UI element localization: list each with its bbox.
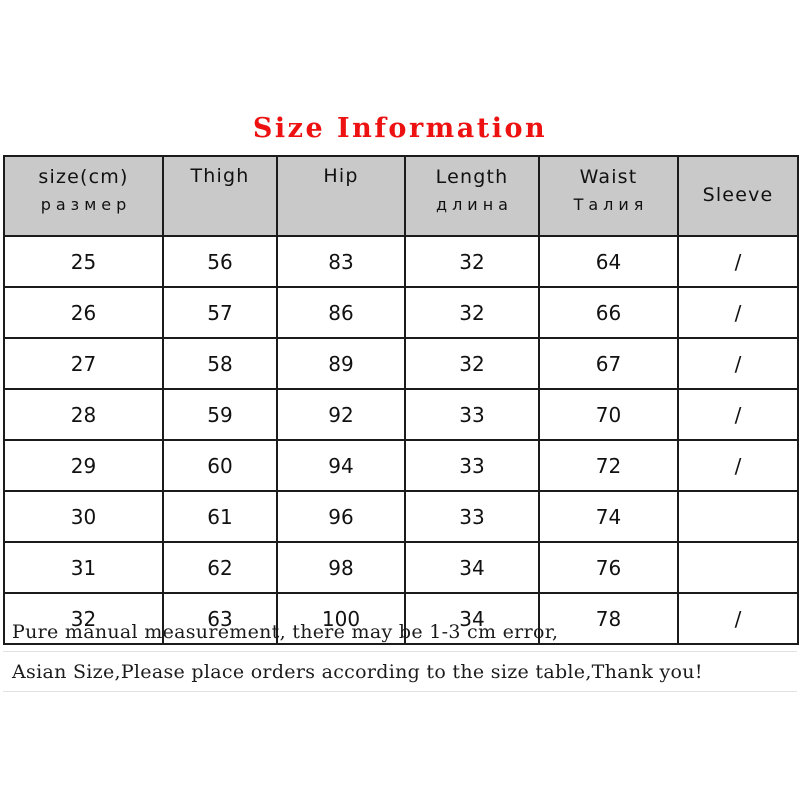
size-chart-page: Size Information size(cm) размер Thigh H… <box>0 0 800 800</box>
cell-thigh: 62 <box>162 541 278 594</box>
cell-length: 32 <box>404 235 540 288</box>
cell-size: 30 <box>3 490 164 543</box>
cell-waist: 72 <box>538 439 679 492</box>
column-header-waist: Waist Талия <box>538 155 679 237</box>
cell-thigh: 59 <box>162 388 278 441</box>
column-header-thigh: Thigh <box>162 155 278 237</box>
table-row: 28 59 92 33 70 / <box>3 388 799 441</box>
cell-length: 33 <box>404 439 540 492</box>
table-row: 31 62 98 34 76 <box>3 541 799 594</box>
cell-size: 29 <box>3 439 164 492</box>
notes-section: Pure manual measurement, there may be 1-… <box>3 612 797 692</box>
note-asian-size: Asian Size,Please place orders according… <box>3 652 797 692</box>
cell-hip: 96 <box>276 490 406 543</box>
column-header-size: size(cm) размер <box>3 155 164 237</box>
cell-size: 25 <box>3 235 164 288</box>
cell-sleeve <box>677 490 799 543</box>
cell-thigh: 56 <box>162 235 278 288</box>
cell-sleeve: / <box>677 286 799 339</box>
column-header-size-label-ru: размер <box>40 195 132 214</box>
cell-size: 28 <box>3 388 164 441</box>
cell-hip: 92 <box>276 388 406 441</box>
cell-length: 33 <box>404 388 540 441</box>
column-header-waist-label-ru: Талия <box>573 195 649 214</box>
cell-size: 27 <box>3 337 164 390</box>
column-header-length: Length длина <box>404 155 540 237</box>
cell-waist: 67 <box>538 337 679 390</box>
cell-thigh: 60 <box>162 439 278 492</box>
cell-waist: 64 <box>538 235 679 288</box>
column-header-waist-label: Waist <box>579 166 638 188</box>
column-header-size-label: size(cm) <box>38 166 129 188</box>
table-row: 29 60 94 33 72 / <box>3 439 799 492</box>
column-header-length-label: Length <box>435 166 509 188</box>
cell-size: 31 <box>3 541 164 594</box>
table-header: size(cm) размер Thigh Hip Length длина W… <box>3 155 799 237</box>
cell-hip: 98 <box>276 541 406 594</box>
cell-sleeve: / <box>677 388 799 441</box>
column-header-sleeve-label: Sleeve <box>702 183 774 206</box>
cell-waist: 76 <box>538 541 679 594</box>
size-information-table: size(cm) размер Thigh Hip Length длина W… <box>3 155 799 645</box>
cell-sleeve <box>677 541 799 594</box>
column-header-hip: Hip <box>276 155 406 237</box>
table-row: 30 61 96 33 74 <box>3 490 799 543</box>
cell-length: 34 <box>404 541 540 594</box>
cell-hip: 83 <box>276 235 406 288</box>
cell-waist: 70 <box>538 388 679 441</box>
cell-waist: 66 <box>538 286 679 339</box>
header-row: size(cm) размер Thigh Hip Length длина W… <box>3 155 799 237</box>
cell-length: 32 <box>404 337 540 390</box>
cell-length: 32 <box>404 286 540 339</box>
cell-sleeve: / <box>677 337 799 390</box>
note-measurement-error: Pure manual measurement, there may be 1-… <box>3 612 797 652</box>
column-header-hip-label: Hip <box>323 165 359 187</box>
table-row: 27 58 89 32 67 / <box>3 337 799 390</box>
cell-hip: 94 <box>276 439 406 492</box>
column-header-thigh-label: Thigh <box>190 165 250 187</box>
cell-thigh: 58 <box>162 337 278 390</box>
cell-sleeve: / <box>677 235 799 288</box>
cell-hip: 89 <box>276 337 406 390</box>
cell-thigh: 61 <box>162 490 278 543</box>
cell-sleeve: / <box>677 439 799 492</box>
cell-size: 26 <box>3 286 164 339</box>
table-row: 25 56 83 32 64 / <box>3 235 799 288</box>
cell-hip: 86 <box>276 286 406 339</box>
cell-thigh: 57 <box>162 286 278 339</box>
column-header-length-label-ru: длина <box>436 195 513 214</box>
table-body: 25 56 83 32 64 / 26 57 86 32 66 / 27 58 … <box>3 235 799 645</box>
page-title: Size Information <box>252 113 548 144</box>
cell-waist: 74 <box>538 490 679 543</box>
column-header-sleeve: Sleeve <box>677 155 799 237</box>
cell-length: 33 <box>404 490 540 543</box>
table-row: 26 57 86 32 66 / <box>3 286 799 339</box>
